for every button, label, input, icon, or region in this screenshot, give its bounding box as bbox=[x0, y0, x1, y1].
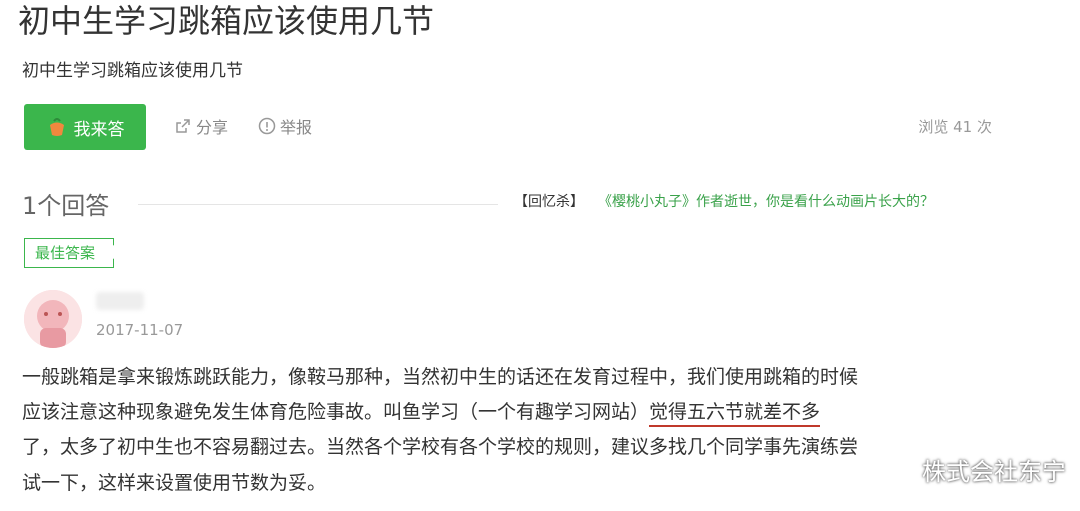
answer-text-line: 一般跳箱是拿来锻炼跳跃能力，像鞍马那种，当然初中生的话还在发育过程中，我们使用跳… bbox=[22, 366, 859, 388]
view-count: 浏览 41 次 bbox=[918, 118, 992, 136]
underlined-text: 觉得五六节就差不多 bbox=[649, 401, 821, 427]
answer-text-line: 了，太多了初中生也不容易翻过去。当然各个学校有各个学校的规则，建议多找几个同学事… bbox=[22, 436, 859, 458]
question-title: 初中生学习跳箱应该使用几节 bbox=[18, 2, 435, 40]
answer-count: 1个回答 bbox=[22, 192, 110, 220]
question-subtitle: 初中生学习跳箱应该使用几节 bbox=[22, 61, 243, 81]
answer-button-label: 我来答 bbox=[73, 119, 125, 140]
username-blurred[interactable] bbox=[96, 292, 144, 310]
user-avatar-icon bbox=[24, 290, 82, 348]
avatar[interactable] bbox=[24, 290, 82, 348]
answer-text-line: 试一下，这样来设置使用节数为妥。 bbox=[22, 472, 327, 494]
promo-tag[interactable]: 【回忆杀】 bbox=[514, 191, 584, 211]
best-answer-badge: 最佳答案 bbox=[24, 238, 115, 268]
answer-date: 2017-11-07 bbox=[96, 321, 184, 339]
answer-button[interactable]: 我来答 bbox=[24, 104, 146, 150]
promo-link[interactable]: 《樱桃小丸子》作者逝世，你是看什么动画片长大的？ bbox=[598, 191, 934, 211]
fruit-icon bbox=[46, 116, 68, 138]
warning-icon bbox=[258, 117, 276, 135]
wechat-icon bbox=[882, 456, 916, 482]
report-label: 举报 bbox=[280, 118, 313, 137]
report-button[interactable]: 举报 bbox=[258, 114, 312, 138]
divider bbox=[138, 204, 498, 205]
watermark: 株式会社东宁 bbox=[882, 452, 1066, 487]
share-label: 分享 bbox=[196, 118, 229, 137]
answer-text-line: 应该注意这种现象避免发生体育危险事故。叫鱼学习（一个有趣学习网站）觉得五六节就差… bbox=[22, 397, 821, 427]
watermark-text: 株式会社东宁 bbox=[922, 458, 1066, 486]
share-button[interactable]: 分享 bbox=[174, 114, 228, 138]
answer-text-segment: 应该注意这种现象避免发生体育危险事故。叫鱼学习（一个有趣学习网站） bbox=[22, 401, 650, 423]
share-icon bbox=[176, 119, 190, 133]
